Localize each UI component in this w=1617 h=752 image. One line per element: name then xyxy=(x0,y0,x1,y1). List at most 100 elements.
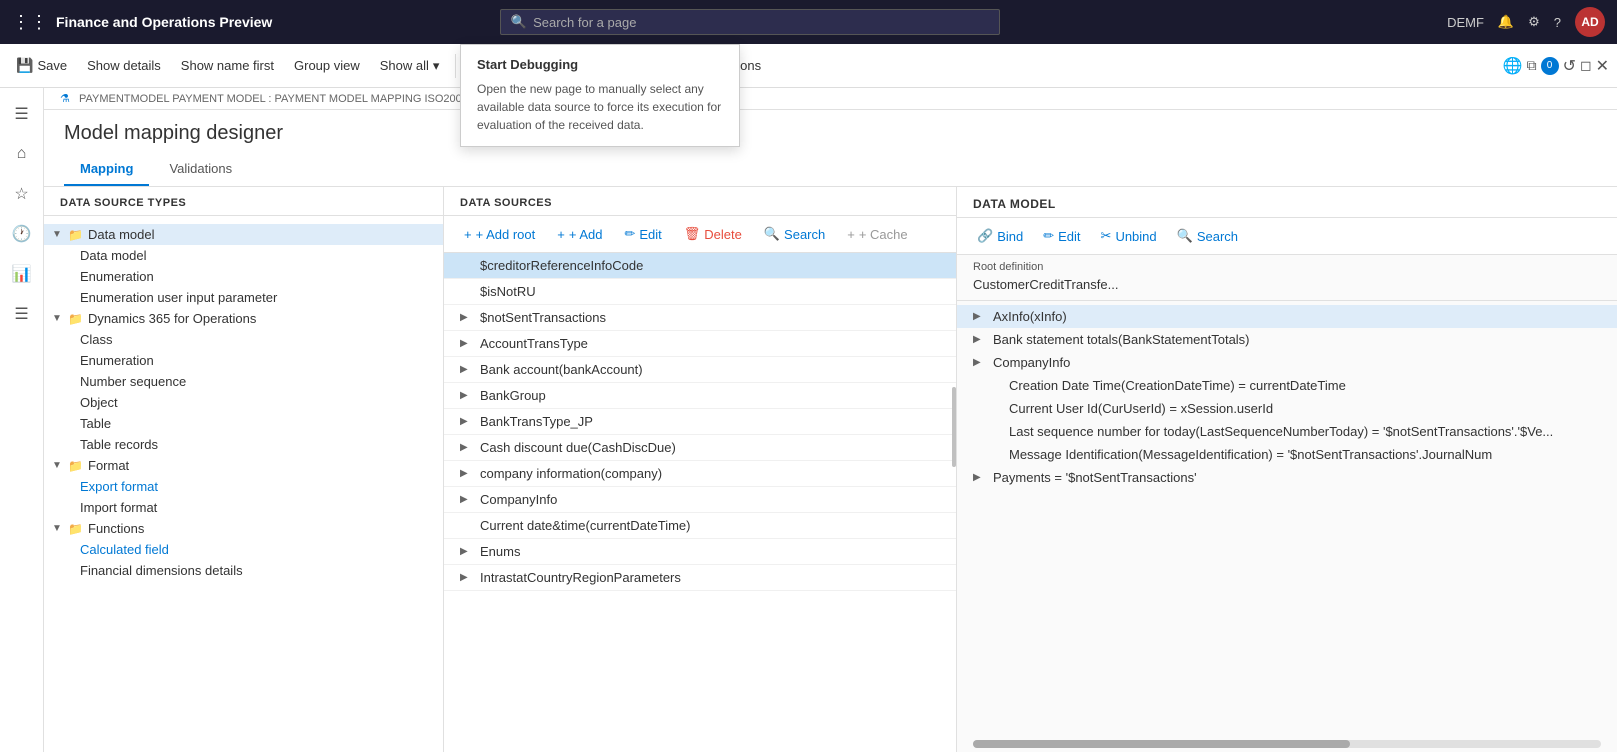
tree-item-number-sequence[interactable]: Number sequence xyxy=(44,371,443,392)
expand-icon-11: ▶ xyxy=(460,546,476,557)
expand-icon-8: ▶ xyxy=(460,468,476,479)
bind-icon: 🔗 xyxy=(977,228,993,244)
gear-icon[interactable]: ⚙ xyxy=(1528,14,1540,30)
tree-item-table-records[interactable]: Table records xyxy=(44,434,443,455)
search-button[interactable]: 🔍 Search xyxy=(756,222,833,246)
bell-icon[interactable]: 🔔 xyxy=(1498,14,1514,30)
side-nav: ☰ ⌂ ☆ 🕐 📊 ☰ xyxy=(0,88,44,752)
tree-item-object[interactable]: Object xyxy=(44,392,443,413)
tree-item-enumeration-d365[interactable]: Enumeration xyxy=(44,350,443,371)
model-item-6[interactable]: Message Identification(MessageIdentifica… xyxy=(957,443,1617,466)
data-item-6[interactable]: ▶ BankTransType_JP xyxy=(444,409,956,435)
tree-item-enum-user-input[interactable]: Enumeration user input parameter xyxy=(44,287,443,308)
tree-item-import-format[interactable]: Import format xyxy=(44,497,443,518)
split-icon[interactable]: ⧉ xyxy=(1527,57,1537,74)
model-item-3[interactable]: Creation Date Time(CreationDateTime) = c… xyxy=(957,374,1617,397)
data-item-7[interactable]: ▶ Cash discount due(CashDiscDue) xyxy=(444,435,956,461)
save-icon: 💾 xyxy=(16,57,33,74)
model-item-7[interactable]: ▶ Payments = '$notSentTransactions' xyxy=(957,466,1617,489)
group-view-button[interactable]: Group view xyxy=(286,53,368,78)
data-item-1[interactable]: $isNotRU xyxy=(444,279,956,305)
tab-validations[interactable]: Validations xyxy=(153,153,248,186)
list-icon[interactable]: ☰ xyxy=(4,296,40,332)
edit-icon: ✏ xyxy=(624,226,635,242)
show-details-button[interactable]: Show details xyxy=(79,53,169,78)
expand-icon-format: ▼ xyxy=(52,460,68,471)
global-search-bar[interactable]: 🔍 Search for a page xyxy=(500,9,1000,35)
badge: 0 xyxy=(1541,57,1559,75)
folder-icon-functions: 📁 xyxy=(68,522,84,536)
tree-item-data-model-folder[interactable]: ▼ 📁 Data model xyxy=(44,224,443,245)
model-item-0[interactable]: ▶ AxInfo(xInfo) xyxy=(957,305,1617,328)
tree-item-table[interactable]: Table xyxy=(44,413,443,434)
data-item-0[interactable]: $creditorReferenceInfoCode xyxy=(444,253,956,279)
tree-item-calculated-field[interactable]: Calculated field xyxy=(44,539,443,560)
user-avatar[interactable]: AD xyxy=(1575,7,1605,37)
tree-item-class[interactable]: Class xyxy=(44,329,443,350)
data-item-5[interactable]: ▶ BankGroup xyxy=(444,383,956,409)
add-button[interactable]: + + Add xyxy=(549,223,610,246)
expand-icon-5: ▶ xyxy=(460,390,476,401)
right-panel-header: DATA MODEL xyxy=(957,187,1617,218)
folder-icon-format: 📁 xyxy=(68,459,84,473)
search-icon: 🔍 xyxy=(511,14,527,30)
model-item-4[interactable]: Current User Id(CurUserId) = xSession.us… xyxy=(957,397,1617,420)
data-item-2[interactable]: ▶ $notSentTransactions xyxy=(444,305,956,331)
tree-item-format-folder[interactable]: ▼ 📁 Format xyxy=(44,455,443,476)
delete-button[interactable]: 🗑 Delete xyxy=(676,222,750,246)
model-expand-7: ▶ xyxy=(973,472,989,483)
data-item-4[interactable]: ▶ Bank account(bankAccount) xyxy=(444,357,956,383)
main-toolbar: 💾 Save Show details Show name first Grou… xyxy=(0,44,1617,88)
page-title: Model mapping designer xyxy=(64,122,1597,145)
show-all-button[interactable]: Show all ▾ xyxy=(372,53,448,79)
unbind-button[interactable]: ✂ Unbind xyxy=(1093,224,1165,248)
model-expand-1: ▶ xyxy=(973,334,989,345)
middle-panel: DATA SOURCES + + Add root + + Add ✏ Edit xyxy=(444,187,957,752)
data-item-9[interactable]: ▶ CompanyInfo xyxy=(444,487,956,513)
model-item-2[interactable]: ▶ CompanyInfo xyxy=(957,351,1617,374)
window-icon[interactable]: ◻ xyxy=(1580,57,1592,74)
edit-button[interactable]: ✏ Edit xyxy=(616,222,669,246)
horizontal-scrollbar[interactable] xyxy=(973,740,1601,748)
model-item-1[interactable]: ▶ Bank statement totals(BankStatementTot… xyxy=(957,328,1617,351)
left-panel-header: DATA SOURCE TYPES xyxy=(44,187,443,216)
save-button[interactable]: 💾 Save xyxy=(8,52,75,79)
cache-button[interactable]: + + Cache xyxy=(839,223,915,246)
tree-item-enumeration[interactable]: Enumeration xyxy=(44,266,443,287)
star-icon[interactable]: ☆ xyxy=(4,176,40,212)
home-icon[interactable]: ⌂ xyxy=(4,136,40,172)
data-item-3[interactable]: ▶ AccountTransType xyxy=(444,331,956,357)
tree-item-dynamics365-folder[interactable]: ▼ 📁 Dynamics 365 for Operations xyxy=(44,308,443,329)
data-item-10[interactable]: Current date&time(currentDateTime) xyxy=(444,513,956,539)
tree-item-export-format[interactable]: Export format xyxy=(44,476,443,497)
dashboard-icon[interactable]: 📊 xyxy=(4,256,40,292)
model-expand-0: ▶ xyxy=(973,311,989,322)
show-name-first-button[interactable]: Show name first xyxy=(173,53,282,78)
tree-item-financial-dimensions[interactable]: Financial dimensions details xyxy=(44,560,443,581)
tree-item-functions-folder[interactable]: ▼ 📁 Functions xyxy=(44,518,443,539)
hamburger-icon[interactable]: ☰ xyxy=(4,96,40,132)
bind-button[interactable]: 🔗 Bind xyxy=(969,224,1031,248)
model-expand-2: ▶ xyxy=(973,357,989,368)
top-nav-bar: ⋮⋮ Finance and Operations Preview 🔍 Sear… xyxy=(0,0,1617,44)
add-root-button[interactable]: + + Add root xyxy=(456,223,543,246)
right-search-button[interactable]: 🔍 Search xyxy=(1169,224,1246,248)
toolbar-right: 🌐 ⧉ 0 ↺ ◻ ✕ xyxy=(1503,56,1609,76)
recent-icon[interactable]: 🕐 xyxy=(4,216,40,252)
expand-icon-7: ▶ xyxy=(460,442,476,453)
data-item-8[interactable]: ▶ company information(company) xyxy=(444,461,956,487)
data-item-11[interactable]: ▶ Enums xyxy=(444,539,956,565)
help-icon[interactable]: ? xyxy=(1554,15,1561,30)
refresh-icon[interactable]: ↺ xyxy=(1563,56,1576,76)
root-def-label: Root definition xyxy=(957,255,1617,275)
tree-item-data-model[interactable]: Data model xyxy=(44,245,443,266)
model-item-5[interactable]: Last sequence number for today(LastSeque… xyxy=(957,420,1617,443)
grid-icon[interactable]: ⋮⋮ xyxy=(12,12,48,33)
search-icon-mid: 🔍 xyxy=(764,226,780,242)
globe-icon[interactable]: 🌐 xyxy=(1503,56,1523,76)
right-edit-button[interactable]: ✏ Edit xyxy=(1035,224,1088,248)
data-item-12[interactable]: ▶ IntrastatCountryRegionParameters xyxy=(444,565,956,591)
tab-mapping[interactable]: Mapping xyxy=(64,153,149,186)
close-icon[interactable]: ✕ xyxy=(1596,56,1609,76)
right-toolbar: 🔗 Bind ✏ Edit ✂ Unbind 🔍 Search xyxy=(957,218,1617,255)
